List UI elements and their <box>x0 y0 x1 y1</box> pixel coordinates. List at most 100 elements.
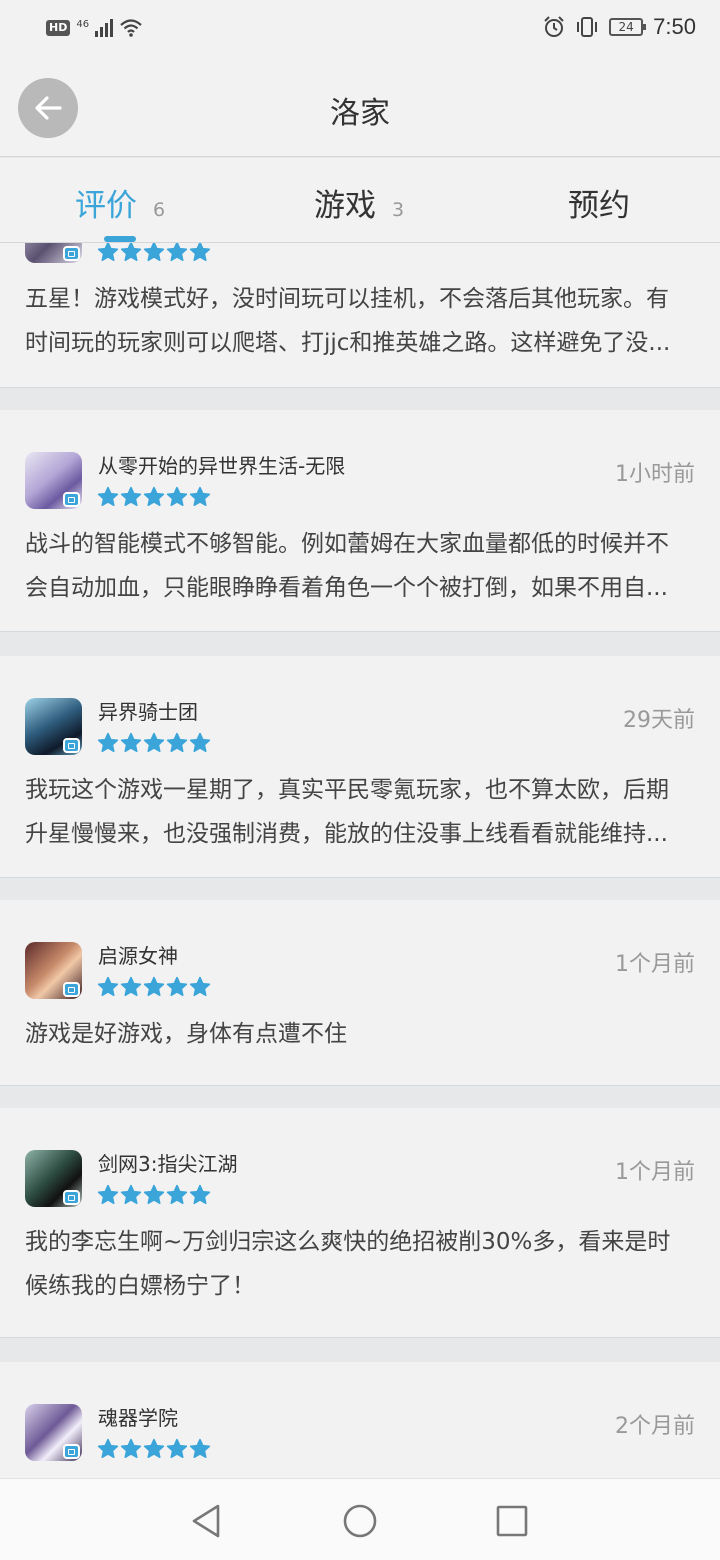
battery-icon: 24 <box>609 18 647 36</box>
tab-count: 6 <box>153 199 166 221</box>
game-name[interactable]: 启源女神 <box>98 940 178 969</box>
star-icon <box>97 1184 119 1205</box>
star-icon <box>189 243 211 262</box>
star-icon <box>97 243 119 262</box>
square-recents-icon <box>496 1505 528 1537</box>
review-time: 1个月前 <box>615 1160 695 1185</box>
status-right: 24 7:50 <box>543 14 696 40</box>
rating-stars <box>97 976 211 998</box>
star-icon <box>120 976 142 997</box>
game-name[interactable]: 异界骑士团 <box>98 696 198 725</box>
game-icon[interactable] <box>25 698 82 755</box>
star-icon <box>143 732 165 753</box>
star-icon <box>166 486 188 507</box>
game-icon[interactable] <box>25 1404 82 1461</box>
signal-icon <box>95 19 114 37</box>
game-icon[interactable] <box>25 452 82 509</box>
star-icon <box>189 486 211 507</box>
review-time: 1个月前 <box>615 952 695 977</box>
nav-recents-button[interactable] <box>492 1501 532 1541</box>
star-icon <box>120 732 142 753</box>
star-icon <box>166 976 188 997</box>
star-icon <box>143 1438 165 1459</box>
star-icon <box>97 976 119 997</box>
review-card[interactable]: 启源女神 1个月前 游戏是好游戏，身体有点遭不住 <box>0 900 720 1086</box>
rating-stars <box>97 243 211 263</box>
star-icon <box>143 1184 165 1205</box>
badge-icon <box>63 492 80 507</box>
nav-back-button[interactable] <box>186 1501 226 1541</box>
star-icon <box>166 243 188 262</box>
tab-reservations[interactable]: 预约 <box>568 180 630 224</box>
review-text[interactable]: 战斗的智能模式不够智能。例如蕾姆在大家血量都低的时候并不 会自动加血，只能眼睁睁… <box>25 522 697 610</box>
battery-level: 24 <box>618 20 634 34</box>
system-nav-bar <box>0 1478 720 1560</box>
badge-icon <box>63 246 80 261</box>
star-icon <box>166 1438 188 1459</box>
review-list[interactable]: 五星！游戏模式好，没时间玩可以挂机，不会落后其他玩家。有 时间玩的玩家则可以爬塔… <box>0 243 720 1478</box>
tab-label: 游戏 <box>314 188 376 224</box>
review-card[interactable]: 从零开始的异世界生活-无限 1小时前 战斗的智能模式不够智能。例如蕾姆在大家血量… <box>0 410 720 632</box>
badge-icon <box>63 1444 80 1459</box>
review-time: 1小时前 <box>615 462 695 487</box>
game-icon[interactable] <box>25 942 82 999</box>
star-icon <box>97 486 119 507</box>
star-icon <box>143 486 165 507</box>
star-icon <box>120 1438 142 1459</box>
tab-count: 3 <box>392 199 405 221</box>
rating-stars <box>97 1438 211 1460</box>
header: 洛家 <box>0 60 720 157</box>
star-icon <box>189 1438 211 1459</box>
tab-label: 预约 <box>568 188 630 224</box>
network-type: 46 <box>76 18 90 30</box>
tab-label: 评价 <box>75 188 137 224</box>
badge-icon <box>63 1190 80 1205</box>
review-text[interactable]: 我玩这个游戏一星期了，真实平民零氪玩家，也不算太欧，后期 升星慢慢来，也没强制消… <box>25 768 697 856</box>
triangle-back-icon <box>192 1504 220 1538</box>
rating-stars <box>97 1184 211 1206</box>
review-card[interactable]: 异界骑士团 29天前 我玩这个游戏一星期了，真实平民零氪玩家，也不算太欧，后期 … <box>0 656 720 878</box>
star-icon <box>143 243 165 262</box>
game-name[interactable]: 剑网3:指尖江湖 <box>98 1148 237 1177</box>
nav-home-button[interactable] <box>340 1501 380 1541</box>
review-card[interactable]: 魂器学院 2个月前 <box>0 1362 720 1478</box>
star-icon <box>97 1438 119 1459</box>
star-icon <box>120 486 142 507</box>
star-icon <box>120 1184 142 1205</box>
game-icon[interactable] <box>25 1150 82 1207</box>
tab-bar: 评价 6 游戏 3 预约 <box>0 158 720 243</box>
status-bar: HD 46 24 7:50 <box>0 0 720 60</box>
rating-stars <box>97 486 211 508</box>
game-icon[interactable] <box>25 243 82 263</box>
review-text[interactable]: 五星！游戏模式好，没时间玩可以挂机，不会落后其他玩家。有 时间玩的玩家则可以爬塔… <box>25 277 697 365</box>
review-time: 2个月前 <box>615 1414 695 1439</box>
vibrate-icon <box>577 17 598 37</box>
review-card[interactable]: 剑网3:指尖江湖 1个月前 我的李忘生啊~万剑归宗这么爽快的绝招被削30%多，看… <box>0 1108 720 1338</box>
badge-icon <box>63 982 80 997</box>
game-name[interactable]: 从零开始的异世界生活-无限 <box>98 450 345 479</box>
review-card[interactable]: 五星！游戏模式好，没时间玩可以挂机，不会落后其他玩家。有 时间玩的玩家则可以爬塔… <box>0 243 720 388</box>
status-left: HD 46 <box>46 18 143 38</box>
review-text[interactable]: 游戏是好游戏，身体有点遭不住 <box>25 1012 697 1056</box>
wifi-icon <box>120 19 142 37</box>
star-icon <box>189 732 211 753</box>
star-icon <box>143 976 165 997</box>
hd-badge: HD <box>46 20 71 36</box>
star-icon <box>189 1184 211 1205</box>
game-name[interactable]: 魂器学院 <box>98 1402 178 1431</box>
tab-games[interactable]: 游戏 3 <box>314 180 405 224</box>
alarm-icon <box>544 16 564 37</box>
tab-indicator <box>104 236 136 242</box>
star-icon <box>166 1184 188 1205</box>
tab-reviews[interactable]: 评价 6 <box>75 180 166 224</box>
rating-stars <box>97 732 211 754</box>
clock: 7:50 <box>653 14 696 39</box>
star-icon <box>97 732 119 753</box>
review-text[interactable]: 我的李忘生啊~万剑归宗这么爽快的绝招被削30%多，看来是时 候练我的白嫖杨宁了！ <box>25 1220 697 1308</box>
review-time: 29天前 <box>623 708 695 733</box>
star-icon <box>189 976 211 997</box>
star-icon <box>120 243 142 262</box>
circle-home-icon <box>343 1504 377 1538</box>
star-icon <box>166 732 188 753</box>
page-title: 洛家 <box>330 96 390 131</box>
